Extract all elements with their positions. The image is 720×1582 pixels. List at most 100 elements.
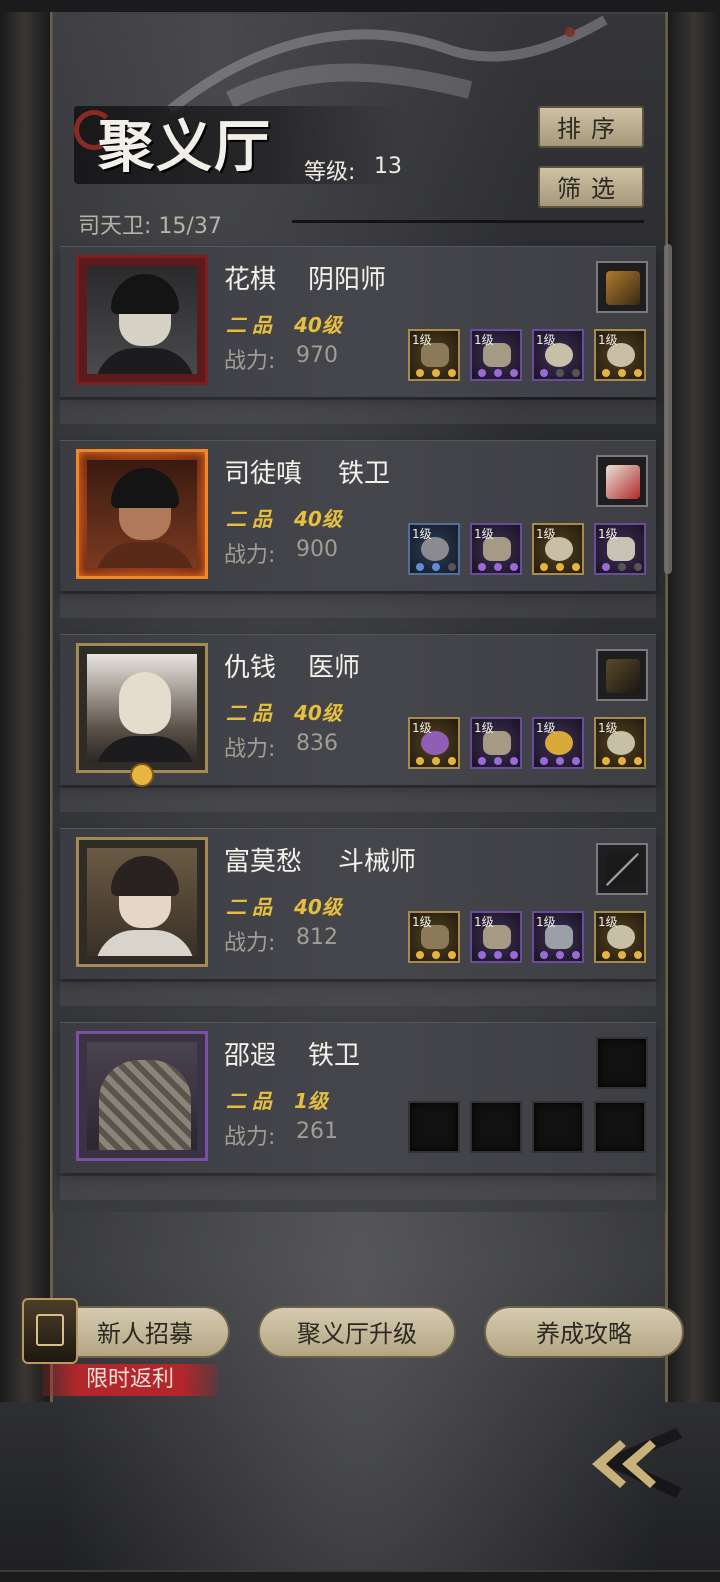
hero-card[interactable]: 邵遐 铁卫 二品 1级 战力: 261 xyxy=(60,1022,656,1173)
equipment-slot[interactable]: 1级 xyxy=(470,523,522,575)
equipment-stars xyxy=(602,757,642,765)
hall-upgrade-button[interactable]: 聚义厅升级 xyxy=(258,1306,456,1358)
sort-button[interactable]: 排序 xyxy=(538,106,644,148)
empty-equipment-slot[interactable] xyxy=(470,1101,522,1153)
guards-value: 15/37 xyxy=(158,214,222,239)
portrait-hair xyxy=(111,274,179,314)
equipment-slot[interactable]: 1级 xyxy=(408,523,460,575)
equipment-slot[interactable]: 1级 xyxy=(594,523,646,575)
hero-power-label: 战力: xyxy=(224,931,276,956)
hero-level: 40级 xyxy=(294,313,342,337)
equipment-stars xyxy=(540,369,580,377)
weapon-slot[interactable] xyxy=(596,261,648,313)
card-separator xyxy=(60,594,656,618)
hero-power-label: 战力: xyxy=(224,1125,276,1150)
portrait-hair xyxy=(111,468,179,508)
header-divider xyxy=(292,220,644,223)
equipment-stars xyxy=(602,369,642,377)
hero-portrait[interactable] xyxy=(76,837,208,967)
equipment-slot[interactable]: 1级 xyxy=(532,911,584,963)
card-separator xyxy=(60,1176,656,1200)
empty-equipment-slot[interactable] xyxy=(594,1101,646,1153)
equipment-level: 1级 xyxy=(412,915,432,929)
equipment-slot[interactable]: 1级 xyxy=(594,717,646,769)
equipment-stars xyxy=(416,563,456,571)
back-arrow-icon[interactable] xyxy=(586,1418,686,1502)
hero-portrait-art xyxy=(87,266,197,374)
hero-card[interactable]: 花棋 阴阳师 二品 40级 战力: 970 1级 1级 1级 1级 xyxy=(60,246,656,397)
hero-class: 阴阳师 xyxy=(308,265,387,295)
hero-rank: 二品 xyxy=(226,895,278,919)
hero-power: 900 xyxy=(296,537,338,562)
card-separator xyxy=(60,788,656,812)
right-pillar xyxy=(665,12,720,1402)
equipment-slot[interactable]: 1级 xyxy=(470,329,522,381)
equipment-slot[interactable]: 1级 xyxy=(594,329,646,381)
weapon-slot[interactable] xyxy=(596,455,648,507)
list-scrollbar[interactable] xyxy=(664,244,672,574)
equipment-slot[interactable]: 1级 xyxy=(532,523,584,575)
empty-equipment-slot[interactable] xyxy=(532,1101,584,1153)
portrait-head xyxy=(119,672,171,734)
weapon-slot[interactable] xyxy=(596,843,648,895)
hero-name: 司徒嗔 xyxy=(224,459,303,489)
hero-power: 261 xyxy=(296,1119,338,1144)
hero-portrait[interactable] xyxy=(76,449,208,579)
equipment-level: 1级 xyxy=(474,915,494,929)
equipment-stars xyxy=(602,951,642,959)
hero-level: 1级 xyxy=(294,1089,328,1113)
hero-name: 邵遐 xyxy=(224,1041,277,1071)
equipment-level: 1级 xyxy=(412,527,432,541)
skill-badge-icon xyxy=(130,763,154,787)
equipment-level: 1级 xyxy=(474,333,494,347)
empty-equipment-slot[interactable] xyxy=(408,1101,460,1153)
token-glyph xyxy=(36,1314,64,1346)
hero-portrait-art xyxy=(87,1042,197,1150)
hero-power: 812 xyxy=(296,925,338,950)
equipment-level: 1级 xyxy=(598,527,618,541)
equipment-slot[interactable]: 1级 xyxy=(470,911,522,963)
portrait-body xyxy=(95,348,195,374)
hero-power: 836 xyxy=(296,731,338,756)
hero-class: 铁卫 xyxy=(308,1041,361,1071)
hero-power-label: 战力: xyxy=(224,349,276,374)
equipment-stars xyxy=(478,563,518,571)
hero-portrait[interactable] xyxy=(76,643,208,773)
armored-guard-art xyxy=(99,1060,191,1150)
hall-level-value: 13 xyxy=(374,154,402,179)
portrait-hair xyxy=(111,856,179,896)
promo-tag[interactable]: 限时返利 xyxy=(42,1364,218,1396)
hero-portrait[interactable] xyxy=(76,255,208,385)
equipment-stars xyxy=(416,757,456,765)
hero-portrait-art xyxy=(87,460,197,568)
filter-button[interactable]: 筛选 xyxy=(538,166,644,208)
equipment-slot[interactable]: 1级 xyxy=(408,717,460,769)
hero-class: 铁卫 xyxy=(338,459,391,489)
equipment-slot[interactable]: 1级 xyxy=(594,911,646,963)
equipment-stars xyxy=(478,951,518,959)
hero-power-label: 战力: xyxy=(224,737,276,762)
equipment-stars xyxy=(540,951,580,959)
card-separator xyxy=(60,400,656,424)
equipment-slot[interactable]: 1级 xyxy=(470,717,522,769)
equipment-slot[interactable]: 1级 xyxy=(408,911,460,963)
bottom-border xyxy=(0,1570,720,1582)
hero-rank: 二品 xyxy=(226,507,278,531)
whip-icon xyxy=(606,659,640,693)
hero-card[interactable]: 富莫愁 斗械师 二品 40级 战力: 812 1级 1级 1级 1级 xyxy=(60,828,656,979)
weapon-slot[interactable] xyxy=(596,649,648,701)
empty-weapon-slot[interactable] xyxy=(596,1037,648,1089)
equipment-slot[interactable]: 1级 xyxy=(408,329,460,381)
hero-level: 40级 xyxy=(294,701,342,725)
recruit-token-icon[interactable] xyxy=(22,1298,78,1364)
guide-button[interactable]: 养成攻略 xyxy=(484,1306,684,1358)
equipment-slot[interactable]: 1级 xyxy=(532,329,584,381)
portrait-body xyxy=(95,930,195,956)
equipment-level: 1级 xyxy=(536,721,556,735)
hero-card[interactable]: 司徒嗔 铁卫 二品 40级 战力: 900 1级 1级 1级 1级 xyxy=(60,440,656,591)
hero-portrait[interactable] xyxy=(76,1031,208,1161)
equipment-slot[interactable]: 1级 xyxy=(532,717,584,769)
equipment-level: 1级 xyxy=(598,721,618,735)
hero-card[interactable]: 仇钱 医师 二品 40级 战力: 836 1级 1级 1级 1级 xyxy=(60,634,656,787)
hero-rank: 二品 xyxy=(226,1089,278,1113)
